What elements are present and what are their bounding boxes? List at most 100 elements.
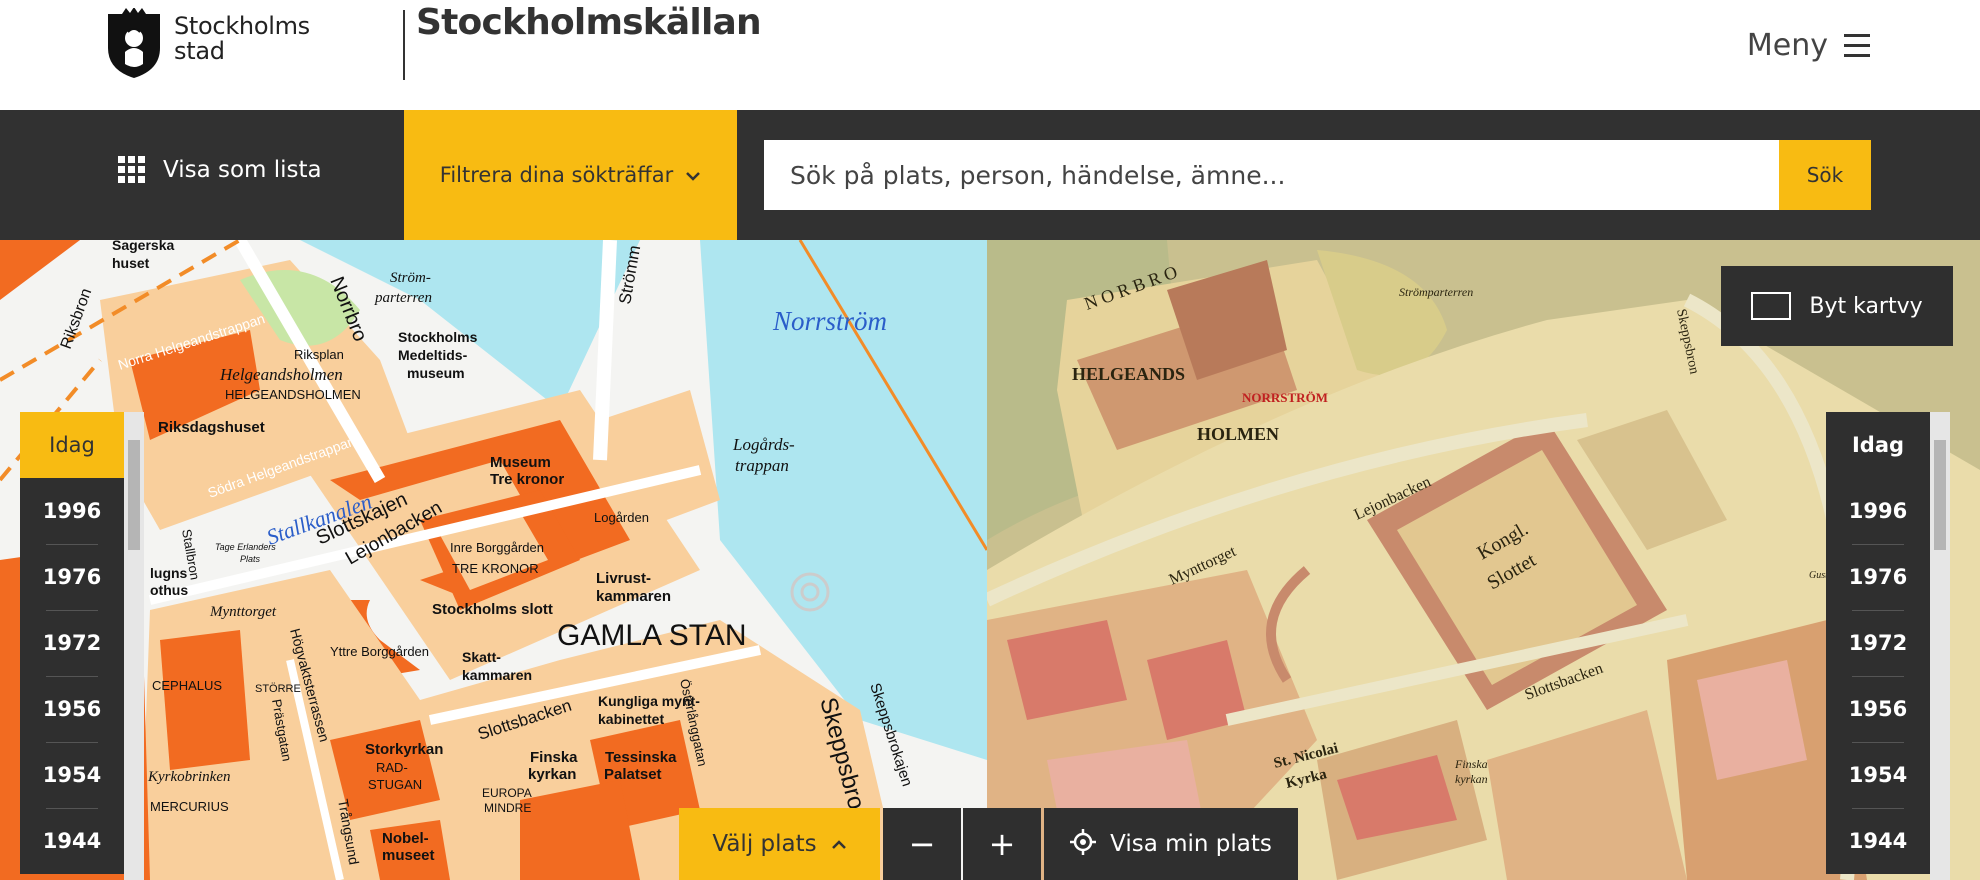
year-scrollbar-left[interactable] [124, 412, 144, 880]
map-label: Tre kronor [490, 471, 564, 488]
map-label: Palatset [604, 766, 662, 783]
hamburger-icon [1844, 34, 1870, 57]
modern-map[interactable]: Sagerska huset Riksbron Norrbro Ström- p… [0, 240, 987, 880]
zoom-in-button[interactable]: + [963, 808, 1041, 880]
year-option[interactable]: 1972 [20, 610, 124, 676]
map-label: Tessinska [605, 749, 677, 766]
map-label: Helgeandsholmen [219, 365, 343, 384]
map-label: Kyrkobrinken [147, 769, 230, 785]
map-label: MERCURIUS [150, 799, 229, 814]
map-label: kammaren [596, 588, 671, 605]
map-label: kyrkan [528, 766, 576, 783]
map-label: Skatt- [462, 649, 501, 665]
year-option[interactable]: 1956 [1826, 676, 1930, 742]
show-as-list-label: Visa som lista [163, 156, 322, 183]
chevron-down-icon [685, 166, 701, 185]
map-label: kammaren [462, 667, 532, 683]
year-option[interactable]: Idag [20, 412, 124, 478]
map-label: Medeltids- [398, 347, 468, 363]
map-label: TRE KRONOR [452, 561, 539, 576]
crosshair-icon [1070, 829, 1097, 859]
site-header: Stockholms stad Stockholmskällan Meny [0, 0, 1980, 110]
map-label: Inre Borggården [450, 540, 544, 555]
show-my-location-button[interactable]: Visa min plats [1044, 808, 1298, 880]
year-scrollbar-right[interactable] [1930, 412, 1950, 880]
map-label: Norrström [772, 306, 887, 336]
swap-map-view-label: Byt kartvy [1809, 293, 1923, 319]
header-divider [403, 10, 405, 80]
menu-button[interactable]: Meny [1747, 28, 1870, 63]
year-option[interactable]: 1954 [1826, 742, 1930, 808]
map-label: Sagerska [112, 240, 174, 253]
map-label: Riksplan [294, 347, 344, 362]
map-label: HELGEANDSHOLMEN [225, 387, 361, 402]
map-label: lugns [150, 565, 188, 581]
map-label: museum [407, 365, 465, 381]
site-title[interactable]: Stockholmskällan [416, 2, 762, 43]
crown-shield-icon [108, 8, 160, 78]
search-button[interactable]: Sök [1779, 140, 1871, 210]
map-label: Stockholms slott [432, 601, 553, 618]
year-option[interactable]: 1972 [1826, 610, 1930, 676]
map-label: Mynttorget [209, 604, 277, 620]
year-option[interactable]: 1976 [20, 544, 124, 610]
year-selector-right: Idag 1996 1976 1972 1956 1954 1944 [1826, 412, 1930, 874]
grid-icon [118, 156, 145, 183]
year-option[interactable]: 1976 [1826, 544, 1930, 610]
map-label: kabinettet [598, 711, 664, 727]
map-label: HELGEANDS [1072, 364, 1185, 384]
chevron-up-icon [831, 834, 847, 855]
map-label: Nobel- [382, 830, 429, 847]
map-label: Logården [594, 510, 649, 525]
logo-line-2: stad [174, 37, 225, 65]
map-label: Finska [1454, 757, 1488, 771]
map-label: Strömparterren [1399, 285, 1473, 299]
map-label: Yttre Borggården [330, 644, 429, 659]
map-label: Plats [240, 554, 261, 564]
swap-map-view-button[interactable]: Byt kartvy [1721, 266, 1953, 346]
scrollbar-thumb[interactable] [1934, 440, 1946, 550]
map-label: Livrust- [596, 570, 651, 587]
year-option[interactable]: 1996 [1826, 478, 1930, 544]
map-label: CEPHALUS [152, 678, 222, 693]
menu-label: Meny [1746, 28, 1828, 63]
choose-place-label: Välj plats [712, 831, 817, 857]
map-label: kyrkan [1455, 772, 1488, 786]
map-label: STUGAN [368, 777, 422, 792]
map-label: trappan [735, 456, 789, 475]
stockholms-stad-logo[interactable]: Stockholms stad [104, 8, 310, 80]
year-option[interactable]: 1996 [20, 478, 124, 544]
map-label: Riksdagshuset [158, 419, 265, 436]
search-input[interactable] [764, 140, 1779, 210]
year-option[interactable]: 1944 [1826, 808, 1930, 874]
map-label: MINDRE [484, 801, 531, 815]
map-label: Tage Erlanders [215, 542, 276, 552]
logo-text: Stockholms stad [174, 14, 310, 64]
year-selector-left: Idag 1996 1976 1972 1956 1954 1944 [20, 412, 124, 874]
map-frame-icon [1751, 292, 1792, 320]
scrollbar-thumb[interactable] [128, 440, 140, 550]
map-label: Ström- [390, 270, 431, 286]
map-label: Stockholms [398, 329, 478, 345]
search-toolbar: Visa som lista Filtrera dina sökträffar … [0, 110, 1980, 240]
year-option[interactable]: 1954 [20, 742, 124, 808]
show-my-location-label: Visa min plats [1110, 831, 1272, 857]
map-label: RAD- [376, 760, 408, 775]
map-label: STÖRRE [255, 683, 301, 695]
modern-map-graphic: Sagerska huset Riksbron Norrbro Ström- p… [0, 240, 987, 880]
map-label: othus [150, 582, 188, 598]
filter-button[interactable]: Filtrera dina sökträffar [404, 110, 737, 240]
year-option[interactable]: 1956 [20, 676, 124, 742]
map-label: Logårds- [732, 435, 795, 454]
logo-line-1: Stockholms [174, 12, 310, 40]
map-label: Storkyrkan [365, 741, 443, 758]
year-option[interactable]: Idag [1826, 412, 1930, 478]
year-option[interactable]: 1944 [20, 808, 124, 874]
map-label: NORRSTRÖM [1242, 390, 1328, 405]
show-as-list-button[interactable]: Visa som lista [118, 156, 322, 183]
map-label: parterren [374, 290, 432, 306]
zoom-out-button[interactable]: − [883, 808, 961, 880]
choose-place-button[interactable]: Välj plats [679, 808, 880, 880]
map-label: EUROPA [482, 786, 532, 800]
map-label: museet [382, 847, 435, 864]
